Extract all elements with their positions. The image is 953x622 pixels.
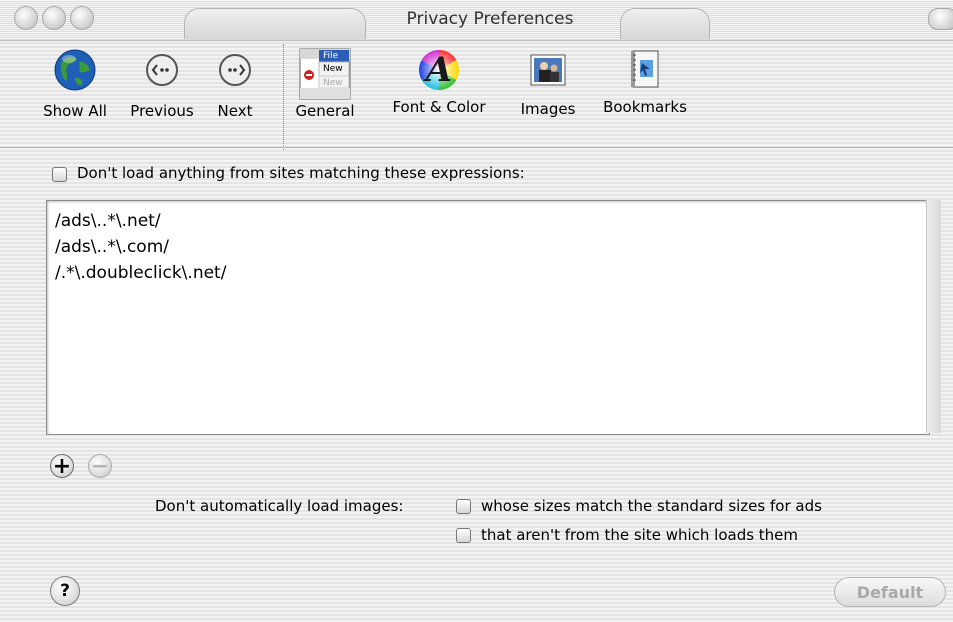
toolbar-toggle-button[interactable] bbox=[928, 8, 953, 30]
expression-list-scrollbar[interactable] bbox=[926, 200, 941, 433]
images-options-label: Don't automatically load images: bbox=[155, 497, 404, 515]
globe-icon bbox=[30, 48, 120, 96]
previous-icon bbox=[122, 52, 202, 92]
toolbar-item-font-color[interactable]: A Font & Color bbox=[378, 48, 500, 116]
toolbar-item-show-all[interactable]: Show All bbox=[30, 48, 120, 120]
toolbar-divider bbox=[0, 147, 953, 148]
bookmarks-icon bbox=[592, 50, 698, 92]
close-window-button[interactable] bbox=[14, 6, 38, 30]
general-icon-text: File bbox=[323, 51, 339, 61]
images-icon bbox=[508, 54, 588, 90]
next-icon bbox=[205, 52, 265, 92]
expression-list[interactable]: /ads\..*\.net/ /ads\..*\.com/ /.*\.doubl… bbox=[46, 200, 930, 435]
toolbar-label: Bookmarks bbox=[603, 98, 687, 116]
block-sites-checkbox[interactable] bbox=[52, 167, 67, 182]
add-expression-button[interactable]: + bbox=[50, 454, 74, 478]
ad-sizes-checkbox[interactable] bbox=[456, 499, 471, 514]
font-color-icon-letter: A bbox=[425, 50, 453, 90]
remove-expression-button[interactable]: − bbox=[88, 454, 112, 478]
block-sites-label: Don't load anything from sites matching … bbox=[77, 164, 525, 182]
list-item[interactable]: /ads\..*\.com/ bbox=[55, 237, 169, 257]
toolbar-item-bookmarks[interactable]: Bookmarks bbox=[592, 50, 698, 116]
toolbar-item-images[interactable]: Images bbox=[508, 54, 588, 118]
toolbar-item-previous[interactable]: Previous bbox=[122, 52, 202, 120]
list-item[interactable]: /ads\..*\.net/ bbox=[55, 211, 161, 231]
window-title: Privacy Preferences bbox=[406, 9, 574, 29]
toolbar-label: Images bbox=[520, 100, 576, 118]
toolbar-label: Font & Color bbox=[392, 98, 486, 116]
toolbar-label: Previous bbox=[130, 102, 194, 120]
list-item[interactable]: /.*\.doubleclick\.net/ bbox=[55, 263, 226, 283]
general-icon-text: New bbox=[323, 78, 343, 88]
toolbar-label: General bbox=[295, 102, 355, 120]
font-color-icon: A bbox=[417, 48, 461, 92]
general-icon-text: New bbox=[323, 64, 343, 74]
zoom-window-button[interactable] bbox=[70, 6, 94, 30]
minimize-window-button[interactable] bbox=[42, 6, 66, 30]
toolbar-separator bbox=[283, 44, 284, 150]
third-party-images-checkbox[interactable] bbox=[456, 528, 471, 543]
third-party-images-label: that aren't from the site which loads th… bbox=[481, 526, 799, 544]
toolbar-item-next[interactable]: Next bbox=[205, 52, 265, 120]
toolbar-label: Next bbox=[217, 102, 253, 120]
toolbar-item-general[interactable]: File New New General bbox=[295, 48, 355, 120]
ad-sizes-label: whose sizes match the standard sizes for… bbox=[481, 497, 822, 515]
help-button[interactable]: ? bbox=[50, 576, 80, 606]
general-icon: File New New bbox=[299, 48, 351, 100]
default-button[interactable]: Default bbox=[834, 577, 946, 607]
toolbar-label: Show All bbox=[43, 102, 107, 120]
